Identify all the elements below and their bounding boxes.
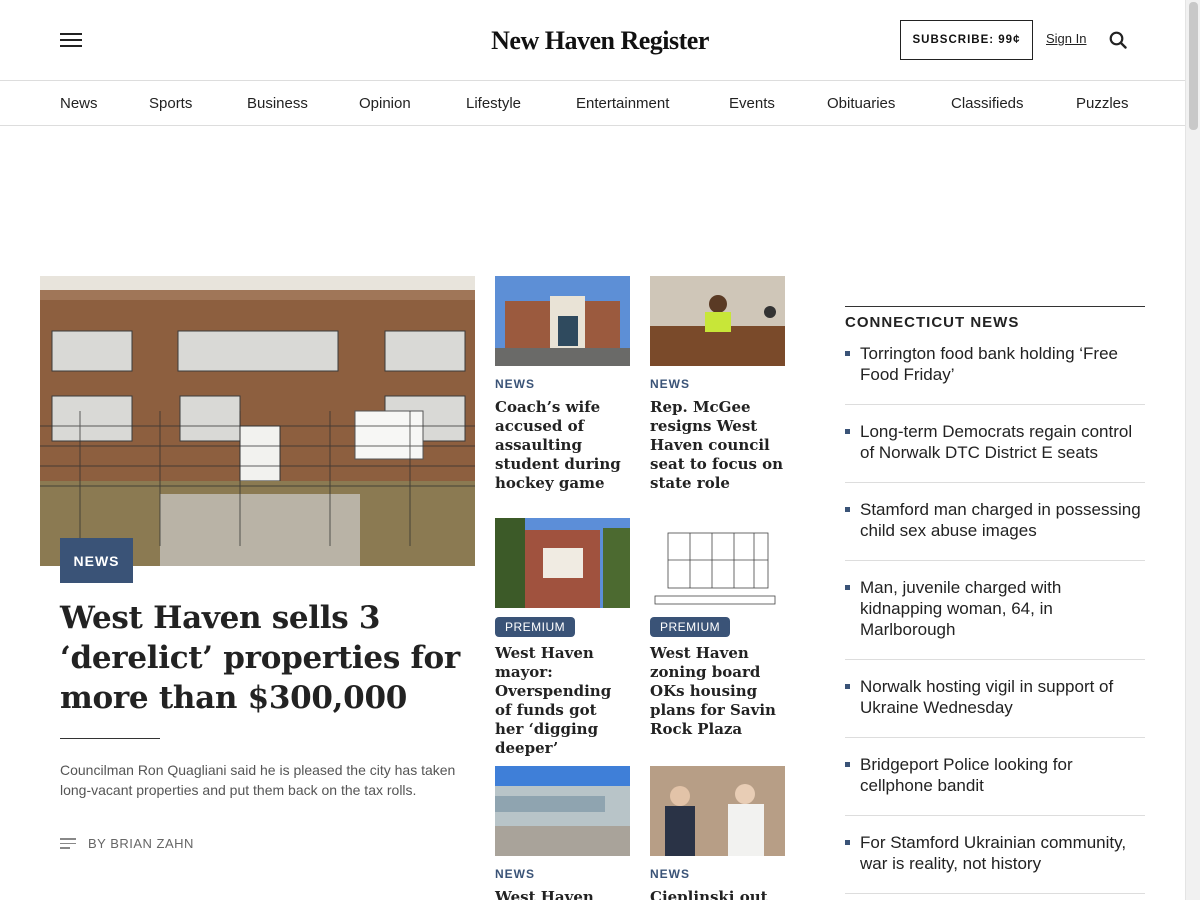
story-headline[interactable]: Coach’s wife accused of assaulting stude… xyxy=(495,398,630,493)
sidebar-story-headline[interactable]: Torrington food bank holding ‘Free Food … xyxy=(860,344,1118,384)
bullet-icon xyxy=(845,762,850,767)
subscribe-button[interactable]: SUBSCRIBE: 99¢ xyxy=(900,20,1033,60)
sidebar-story-link[interactable]: Torrington food bank holding ‘Free Food … xyxy=(845,343,1145,405)
story-section-label[interactable]: NEWS xyxy=(650,867,785,881)
story-card[interactable]: PREMIUM West Haven zoning board OKs hous… xyxy=(650,518,785,739)
story-card[interactable]: NEWS Cieplinski out as xyxy=(650,766,785,900)
byline[interactable]: BY BRIAN ZAHN xyxy=(88,836,194,851)
nav-item-lifestyle[interactable]: Lifestyle xyxy=(466,95,521,112)
nav-item-sports[interactable]: Sports xyxy=(149,95,192,112)
nav-item-entertainment[interactable]: Entertainment xyxy=(576,95,669,112)
premium-badge[interactable]: PREMIUM xyxy=(650,617,731,637)
bullet-icon xyxy=(845,684,850,689)
page-scrollbar[interactable] xyxy=(1185,0,1200,900)
bullet-icon xyxy=(845,351,850,356)
story-section-label[interactable]: NEWS xyxy=(495,867,630,881)
sidebar-story-link[interactable]: Man, juvenile charged with kidnapping wo… xyxy=(845,577,1145,660)
story-thumbnail[interactable] xyxy=(495,518,630,608)
sidebar-story-headline[interactable]: Man, juvenile charged with kidnapping wo… xyxy=(860,578,1061,639)
lead-summary: Councilman Ron Quagliani said he is plea… xyxy=(60,762,456,798)
nav-item-classifieds[interactable]: Classifieds xyxy=(951,95,1024,112)
story-headline[interactable]: West Haven zoning board OKs housing plan… xyxy=(650,644,785,739)
story-thumbnail[interactable] xyxy=(650,766,785,856)
story-section-label[interactable]: NEWS xyxy=(650,377,785,391)
story-card[interactable]: NEWS Rep. McGee resigns West Haven counc… xyxy=(650,276,785,493)
sidebar-story-link[interactable]: Stamford man charged in possessing child… xyxy=(845,499,1145,561)
story-headline[interactable]: Rep. McGee resigns West Haven council se… xyxy=(650,398,785,493)
sidebar-story-link[interactable]: Long-term Democrats regain control of No… xyxy=(845,421,1145,483)
lead-story-image[interactable] xyxy=(40,276,475,566)
nav-item-obituaries[interactable]: Obituaries xyxy=(827,95,895,112)
main-nav: News Sports Business Opinion Lifestyle E… xyxy=(0,81,1185,126)
nav-item-events[interactable]: Events xyxy=(729,95,775,112)
nav-item-business[interactable]: Business xyxy=(247,95,308,112)
nav-item-opinion[interactable]: Opinion xyxy=(359,95,411,112)
story-headline[interactable]: Cieplinski out as xyxy=(650,888,785,900)
story-headline[interactable]: West Haven mayor: Overspending of funds … xyxy=(495,644,630,758)
premium-badge[interactable]: PREMIUM xyxy=(495,617,576,637)
menu-icon[interactable] xyxy=(60,33,82,49)
lead-section-badge[interactable]: NEWS xyxy=(60,538,133,583)
sidebar-story-headline[interactable]: For Stamford Ukrainian community, war is… xyxy=(860,833,1126,873)
sidebar-story-headline[interactable]: Stamford man charged in possessing child… xyxy=(860,500,1141,540)
search-icon[interactable] xyxy=(1109,31,1127,49)
sidebar-story-link[interactable]: Norwalk hosting vigil in support of Ukra… xyxy=(845,676,1145,738)
story-card[interactable]: NEWS Coach’s wife accused of assaulting … xyxy=(495,276,630,493)
divider xyxy=(60,738,160,739)
nav-item-puzzles[interactable]: Puzzles xyxy=(1076,95,1129,112)
story-thumbnail[interactable] xyxy=(650,518,785,608)
bullet-icon xyxy=(845,429,850,434)
sidebar-title[interactable]: CONNECTICUT NEWS xyxy=(845,314,1145,331)
story-card[interactable]: PREMIUM West Haven mayor: Overspending o… xyxy=(495,518,630,758)
sign-in-link[interactable]: Sign In xyxy=(1046,31,1086,46)
bullet-icon xyxy=(845,585,850,590)
lead-headline[interactable]: West Haven sells 3 ‘derelict’ properties… xyxy=(60,598,460,718)
sidebar-story-headline[interactable]: Long-term Democrats regain control of No… xyxy=(860,422,1132,462)
bullet-icon xyxy=(845,840,850,845)
sidebar-story-headline[interactable]: Bridgeport Police looking for cellphone … xyxy=(860,755,1073,795)
story-thumbnail[interactable] xyxy=(495,276,630,366)
nav-item-news[interactable]: News xyxy=(60,95,98,112)
connecticut-news-sidebar: CONNECTICUT NEWS Torrington food bank ho… xyxy=(845,306,1145,900)
story-thumbnail[interactable] xyxy=(495,766,630,856)
story-thumbnail[interactable] xyxy=(650,276,785,366)
byline-icon xyxy=(60,838,76,850)
site-header: New Haven Register SUBSCRIBE: 99¢ Sign I… xyxy=(0,0,1185,81)
story-headline[interactable]: West Haven xyxy=(495,888,630,900)
story-card[interactable]: NEWS West Haven xyxy=(495,766,630,900)
sidebar-story-link[interactable]: For Stamford Ukrainian community, war is… xyxy=(845,832,1145,894)
sidebar-list: Torrington food bank holding ‘Free Food … xyxy=(845,343,1145,894)
story-section-label[interactable]: NEWS xyxy=(495,377,630,391)
sidebar-story-link[interactable]: Bridgeport Police looking for cellphone … xyxy=(845,754,1145,816)
scrollbar-thumb[interactable] xyxy=(1189,2,1198,130)
site-logo[interactable]: New Haven Register xyxy=(484,26,716,56)
sidebar-story-headline[interactable]: Norwalk hosting vigil in support of Ukra… xyxy=(860,677,1113,717)
bullet-icon xyxy=(845,507,850,512)
